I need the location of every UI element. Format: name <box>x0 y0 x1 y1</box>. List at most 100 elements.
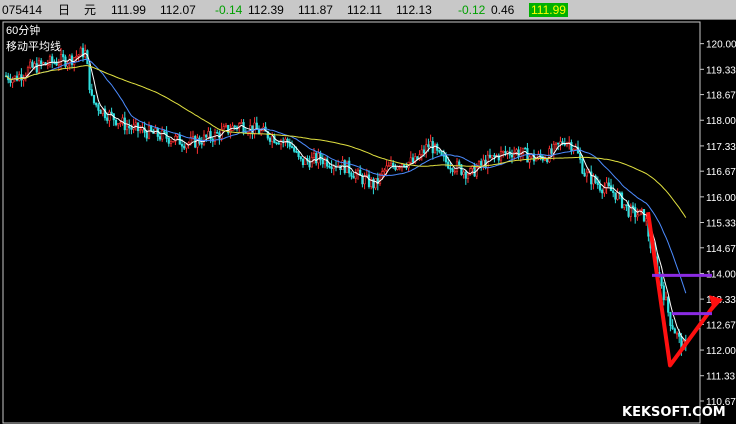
candle-body-34 <box>79 47 82 56</box>
candle-body-81 <box>183 145 186 149</box>
candle-body-286 <box>634 207 637 218</box>
candle-body-16 <box>40 60 43 65</box>
candle-body-251 <box>557 142 560 145</box>
header-field-12: 111.99 <box>529 3 568 17</box>
candle-body-127 <box>284 138 287 142</box>
candle-body-66 <box>150 125 153 132</box>
header-field-5: -0.14 <box>215 3 243 17</box>
header-field-0: 075414 <box>2 3 43 17</box>
candle-body-112 <box>251 125 254 134</box>
candle-body-140 <box>312 153 316 158</box>
candle-body-132 <box>295 151 298 153</box>
candle-body-43 <box>99 110 102 114</box>
candle-body-160 <box>356 169 360 174</box>
candle-body-38 <box>88 63 91 90</box>
candle-body-21 <box>51 56 54 63</box>
candle-body-41 <box>95 102 98 106</box>
candle-body-82 <box>185 144 188 149</box>
candle-body-71 <box>161 130 164 140</box>
candle-body-120 <box>268 137 272 142</box>
candle-body-165 <box>367 174 371 187</box>
header-field-3: 111.99 <box>111 3 146 17</box>
plot-frame <box>2 21 701 424</box>
candle-body-144 <box>321 159 324 165</box>
candle-body-17 <box>42 62 45 65</box>
candle-body-269 <box>596 182 599 185</box>
y-tick-label-1: 119.33 <box>706 65 736 76</box>
candle-body-123 <box>275 142 278 145</box>
candle-body-61 <box>139 129 142 132</box>
y-tick-label-5: 116.67 <box>706 167 736 178</box>
candle-body-305 <box>675 332 679 335</box>
candle-body-192 <box>427 144 430 147</box>
candle-body-153 <box>341 160 344 171</box>
candle-body-124 <box>277 142 280 145</box>
candle-body-209 <box>464 171 467 179</box>
candle-body-11 <box>29 61 32 68</box>
candle-body-92 <box>207 131 210 138</box>
candle-body-51 <box>117 123 120 126</box>
candle-body-206 <box>458 161 461 166</box>
candle-body-52 <box>119 122 122 125</box>
candle-body-55 <box>125 125 129 131</box>
candle-body-104 <box>233 125 236 128</box>
candle-body-84 <box>189 137 192 144</box>
candle-body-76 <box>172 140 175 143</box>
candle-body-172 <box>383 169 386 172</box>
candle-body-25 <box>59 54 63 65</box>
y-tick-label-4: 117.33 <box>706 142 736 153</box>
candle-body-23 <box>55 62 58 66</box>
candle-body-250 <box>554 142 558 145</box>
candle-body-116 <box>260 130 263 135</box>
candle-body-197 <box>438 150 441 153</box>
candle-body-220 <box>488 154 492 158</box>
candle-body-300 <box>664 296 668 301</box>
candle-body-136 <box>304 158 307 166</box>
candle-body-162 <box>361 175 364 185</box>
candle-body-210 <box>466 174 470 179</box>
candle-body-233 <box>517 149 520 157</box>
candle-body-189 <box>420 149 423 155</box>
header-field-2: 元 <box>84 3 97 17</box>
candle-body-245 <box>543 158 547 161</box>
candle-body-47 <box>108 111 111 121</box>
candle-body-171 <box>381 171 384 175</box>
candle-body-282 <box>625 204 628 206</box>
candle-body-173 <box>385 165 388 171</box>
candle-body-59 <box>134 122 137 126</box>
candle-body-143 <box>319 153 322 161</box>
candle-body-12 <box>31 61 34 68</box>
candle-body-163 <box>363 176 366 185</box>
header-field-7: 111.87 <box>298 3 333 17</box>
candle-body-299 <box>662 285 665 301</box>
candle-body-33 <box>77 54 80 57</box>
candle-body-263 <box>583 172 586 177</box>
candle-body-208 <box>462 171 465 175</box>
candle-body-202 <box>449 167 452 170</box>
candle-body-115 <box>257 129 261 135</box>
candle-body-107 <box>240 122 243 124</box>
candle-body-270 <box>598 184 602 191</box>
candle-body-121 <box>271 135 274 142</box>
candle-body-131 <box>293 147 296 152</box>
candle-body-19 <box>46 64 49 66</box>
candle-body-90 <box>202 134 206 145</box>
y-tick-label-2: 118.67 <box>706 91 736 102</box>
candle-body-184 <box>409 157 412 163</box>
candle-body-134 <box>299 156 302 160</box>
candle-body-289 <box>640 209 643 211</box>
y-tick-label-7: 115.33 <box>706 219 736 230</box>
header-field-6: 112.39 <box>248 3 284 17</box>
candle-body-267 <box>592 175 595 185</box>
candle-body-301 <box>667 296 670 313</box>
candle-body-203 <box>451 168 454 172</box>
candle-body-262 <box>581 158 584 174</box>
candle-body-304 <box>673 328 676 334</box>
y-axis: 120.00 119.33 118.67 118.00 117.33 116.67 116.… <box>700 40 736 408</box>
candle-body-190 <box>422 149 426 154</box>
candle-body-246 <box>546 158 549 163</box>
candle-body-257 <box>570 142 573 152</box>
candle-body-174 <box>387 165 390 167</box>
candle-body-20 <box>48 56 52 65</box>
header-field-4: 112.07 <box>160 3 196 17</box>
